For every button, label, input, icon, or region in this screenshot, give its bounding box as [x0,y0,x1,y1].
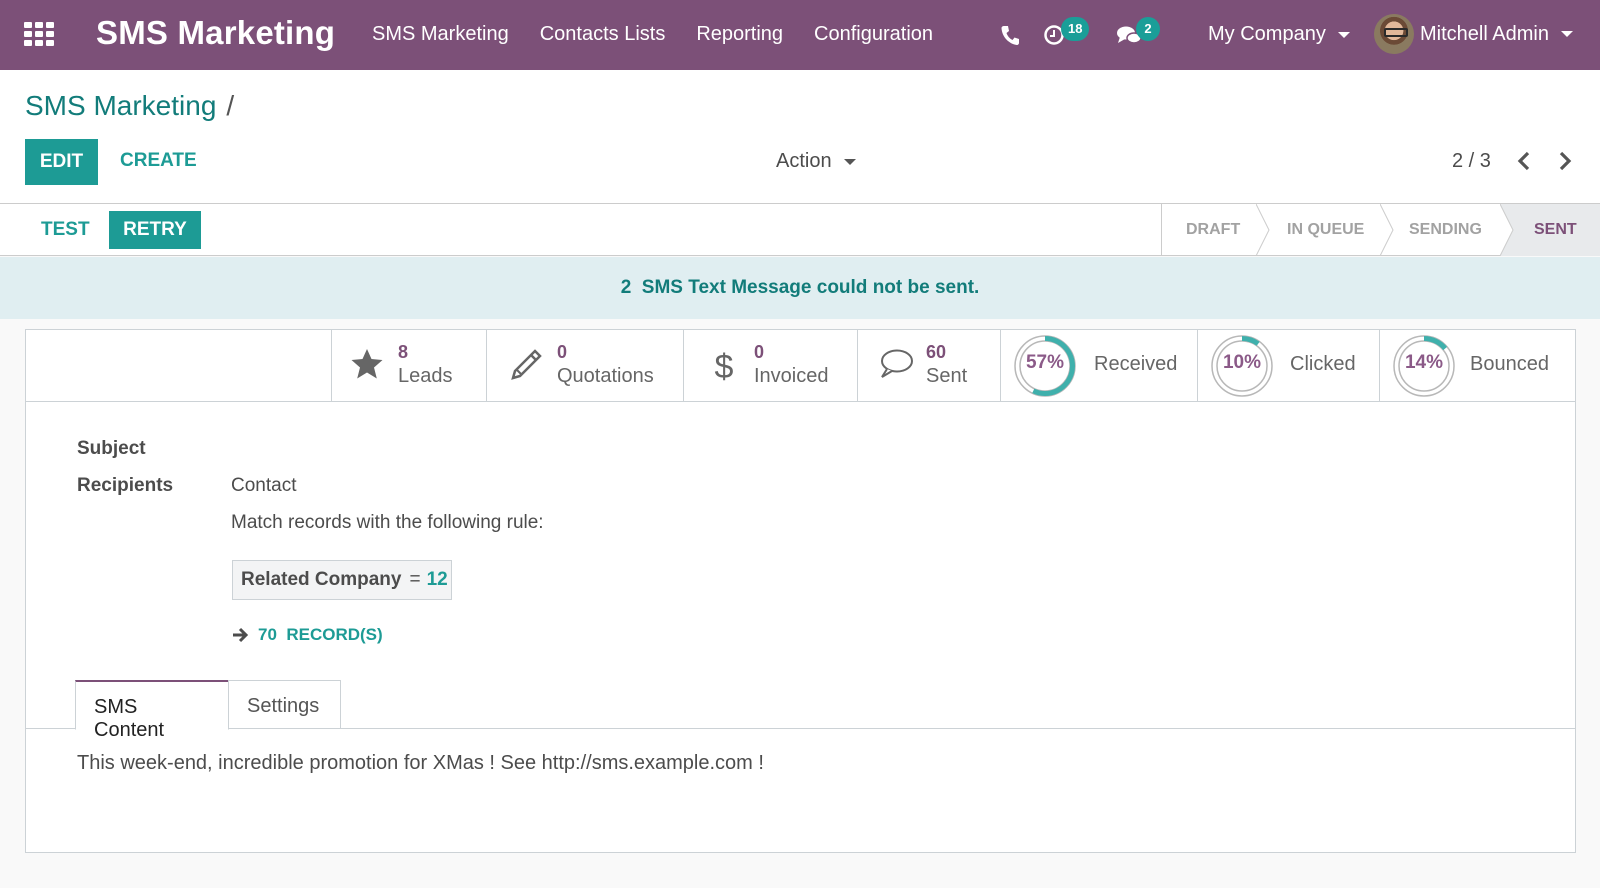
action-label: Action [776,150,832,172]
stat-button-sent[interactable]: 60 Sent [857,330,1000,401]
caret-down-icon [1337,31,1350,38]
stage-sent[interactable]: SENT [1534,204,1577,256]
stat-button-clicked[interactable]: 10% Clicked [1197,330,1379,401]
clicked-label: Clicked [1290,353,1356,375]
svg-text:$: $ [715,348,734,384]
arrow-right-icon [233,627,249,643]
control-panel: SMS Marketing / EDIT CREATE Action 2 / 3 [0,70,1600,204]
rule-operator: = [409,569,421,590]
invoiced-count: 0 [754,342,765,362]
menu-item-sms-marketing[interactable]: SMS Marketing [372,23,509,46]
invoiced-label: Invoiced [754,365,829,387]
stage-separator-icon [1380,204,1394,256]
edit-button[interactable]: EDIT [25,139,98,185]
stat-button-received[interactable]: 57% Received [1000,330,1197,401]
sent-count: 60 [926,342,947,362]
dollar-icon: $ [715,348,734,384]
stat-button-invoiced[interactable]: $ 0 Invoiced [683,330,857,401]
speech-bubble-icon [881,349,913,378]
recipients-label: Recipients [77,475,174,496]
activity-count-badge: 18 [1061,17,1090,41]
action-dropdown[interactable]: Action [776,150,856,173]
stat-button-bounced[interactable]: 14% Bounced [1379,330,1575,401]
retry-button[interactable]: RETRY [109,211,201,249]
breadcrumb-root[interactable]: SMS Marketing [25,90,216,122]
records-link[interactable]: 70 RECORD(S) [232,625,383,645]
received-label: Received [1094,353,1178,375]
bounced-percent: 14% [1404,352,1444,373]
caret-down-icon [1560,31,1573,37]
caret-down-icon [843,158,856,165]
recipients-model: Contact [231,475,297,496]
domain-rule: Related Company = 12 [232,560,452,600]
stage-pipeline: DRAFT IN QUEUE SENDING SENT [1161,204,1600,256]
phone-icon[interactable] [1000,0,1020,70]
test-button[interactable]: TEST [41,219,90,241]
create-button[interactable]: CREATE [120,150,197,172]
star-icon [351,349,383,379]
stage-in-queue[interactable]: IN QUEUE [1287,204,1364,256]
menu-item-contacts-lists[interactable]: Contacts Lists [540,23,666,46]
tab-sms-content[interactable]: SMS Content [75,680,229,741]
user-name: Mitchell Admin [1420,22,1549,45]
status-bar: TEST RETRY DRAFT IN QUEUE SENDING SENT [0,204,1600,256]
rule-field: Related Company [241,569,402,590]
stat-button-leads[interactable]: 8 Leads [331,330,486,401]
menu-item-reporting[interactable]: Reporting [696,23,783,46]
stage-separator-icon [1256,204,1270,256]
clicked-percent: 10% [1222,352,1262,373]
breadcrumb-separator: / [226,90,235,121]
quotations-count: 0 [557,342,568,362]
subject-label: Subject [77,438,146,459]
form-sheet: 8 Leads 0 Quotations $ 0 Invoiced 60 Sen… [25,329,1576,853]
apps-menu-icon[interactable] [24,22,54,48]
received-percent: 57% [1025,352,1065,373]
leads-count: 8 [398,342,409,362]
breadcrumb: SMS Marketing / [25,90,234,122]
sent-label: Sent [926,365,968,387]
sms-body-text: This week-end, incredible promotion for … [77,752,764,774]
pager-next-button[interactable] [1557,150,1573,172]
stage-draft[interactable]: DRAFT [1186,204,1240,256]
rule-intro: Match records with the following rule: [231,512,544,533]
chevron-left-icon [1517,151,1530,171]
rule-value: 12 [426,569,448,590]
bounced-label: Bounced [1470,353,1549,375]
stage-separator-icon [1500,204,1514,256]
stage-sending[interactable]: SENDING [1409,204,1482,256]
notebook-tabs: SMS Content Settings [26,680,1575,741]
pencil-icon [511,349,542,380]
leads-label: Leads [398,365,453,387]
pager-value: 2 / 3 [1452,150,1491,172]
records-count: 70 RECORD(S) [258,625,383,644]
messages-count-badge: 2 [1136,17,1160,41]
alert-banner: 2 SMS Text Message could not be sent. [0,257,1600,319]
stat-buttons-bar: 8 Leads 0 Quotations $ 0 Invoiced 60 Sen… [26,330,1575,402]
company-name: My Company [1208,23,1326,45]
alert-message: 2 SMS Text Message could not be sent. [620,277,980,298]
chevron-right-icon [1559,151,1572,171]
company-switcher[interactable]: My Company [1208,23,1350,46]
user-menu[interactable]: Mitchell Admin [1374,14,1573,54]
top-navbar: SMS Marketing SMS Marketing Contacts Lis… [0,0,1600,70]
app-title: SMS Marketing [96,14,336,51]
quotations-label: Quotations [557,365,654,387]
menu-item-configuration[interactable]: Configuration [814,23,933,46]
user-avatar [1374,14,1414,54]
tab-settings[interactable]: Settings [228,680,341,729]
pager-previous-button[interactable] [1516,150,1532,172]
main-menu: SMS Marketing Contacts Lists Reporting C… [372,23,964,46]
stat-button-quotations[interactable]: 0 Quotations [486,330,683,401]
